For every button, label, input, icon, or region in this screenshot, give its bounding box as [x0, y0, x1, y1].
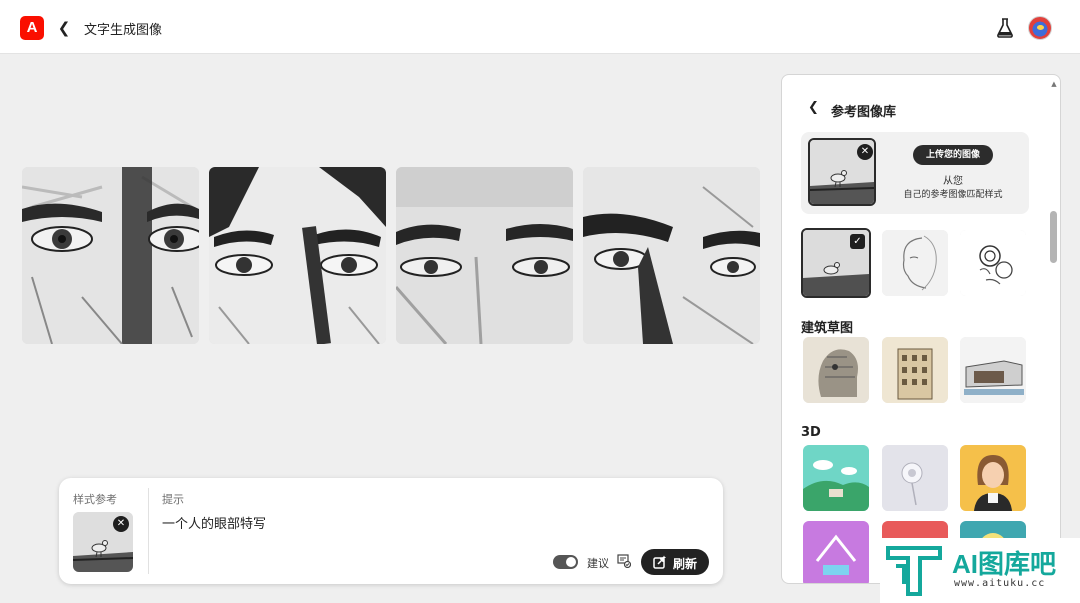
- face-line-sketch-icon: [882, 230, 948, 296]
- result-image[interactable]: [209, 167, 386, 344]
- scroll-up-arrow-icon[interactable]: ▲: [1049, 80, 1059, 88]
- reference-thumb-building[interactable]: [882, 337, 948, 403]
- section-heading-architecture: 建筑草图: [801, 321, 854, 336]
- adobe-logo-icon[interactable]: A: [20, 16, 44, 40]
- 3d-neon-icon: [803, 521, 869, 583]
- style-reference-label: 样式参考: [73, 493, 117, 506]
- section-heading-3d: 3D: [801, 425, 821, 440]
- reference-thumb-seagull[interactable]: ✓: [801, 228, 871, 298]
- result-image[interactable]: [22, 167, 199, 344]
- reference-thumb-flower[interactable]: [960, 230, 1026, 296]
- suggestion-settings-icon[interactable]: [617, 554, 631, 568]
- page-title: 文字生成图像: [84, 23, 163, 38]
- reference-library-panel: ❮ 参考图像库 ✕ 上传您的图像 从您 自己的参考图像匹配样式 ✓ 建筑草图 3…: [781, 74, 1061, 584]
- reference-thumb-head-city[interactable]: [803, 337, 869, 403]
- result-image[interactable]: [396, 167, 573, 344]
- refresh-icon: [653, 555, 667, 569]
- building-watercolor-icon: [882, 337, 948, 403]
- flower-sketch-icon: [960, 230, 1026, 296]
- upload-description-1: 从您: [943, 176, 963, 187]
- remove-style-icon[interactable]: ✕: [113, 516, 129, 532]
- modern-house-sketch-icon: [960, 337, 1026, 403]
- prompt-label: 提示: [162, 493, 184, 506]
- watermark: AI图库吧 www.aituku.cc: [880, 538, 1080, 603]
- 3d-cartoon-woman-icon: [960, 445, 1026, 511]
- panel-back-chevron-icon[interactable]: ❮: [808, 100, 819, 115]
- refresh-button[interactable]: 刷新: [641, 549, 709, 575]
- suggest-toggle[interactable]: [553, 555, 578, 569]
- sketch-eyes-image: [22, 167, 199, 344]
- flask-icon[interactable]: [996, 18, 1014, 38]
- top-bar: A ❮ 文字生成图像: [0, 0, 1080, 54]
- watermark-logo-icon: [886, 546, 942, 596]
- selected-check-icon: ✓: [850, 234, 865, 249]
- reference-thumb-3d-cartoon-woman[interactable]: [960, 445, 1026, 511]
- panel-title: 参考图像库: [831, 105, 897, 120]
- user-avatar[interactable]: [1028, 16, 1052, 40]
- watermark-text: AI图库吧: [952, 549, 1057, 579]
- 3d-landscape-icon: [803, 445, 869, 511]
- result-image[interactable]: [583, 167, 760, 344]
- head-city-sketch-icon: [803, 337, 869, 403]
- suggest-label: 建议: [587, 557, 609, 570]
- sketch-eyes-image: [396, 167, 573, 344]
- scrollbar-thumb[interactable]: [1050, 211, 1057, 263]
- reference-thumb-3d-white-flower[interactable]: [882, 445, 948, 511]
- divider: [148, 488, 149, 574]
- upload-image-button[interactable]: 上传您的图像: [913, 145, 993, 165]
- prompt-input[interactable]: 一个人的眼部特写: [162, 513, 266, 532]
- upload-description-2: 自己的参考图像匹配样式: [903, 190, 1003, 200]
- 3d-flower-white-icon: [882, 445, 948, 511]
- reference-thumb-modern-house[interactable]: [960, 337, 1026, 403]
- watermark-url: www.aituku.cc: [954, 578, 1046, 589]
- remove-upload-icon[interactable]: ✕: [857, 144, 873, 160]
- reference-thumb-3d-landscape[interactable]: [803, 445, 869, 511]
- back-chevron-icon[interactable]: ❮: [56, 17, 72, 39]
- reference-thumb-face-line[interactable]: [882, 230, 948, 296]
- sketch-eyes-image: [209, 167, 386, 344]
- sketch-eyes-image: [583, 167, 760, 344]
- reference-thumb-3d-neon[interactable]: [803, 521, 869, 583]
- upload-card: ✕ 上传您的图像 从您 自己的参考图像匹配样式: [801, 132, 1029, 214]
- refresh-label: 刷新: [673, 557, 698, 571]
- prompt-panel: 样式参考 ✕ 提示 一个人的眼部特写 建议 刷新: [59, 478, 723, 584]
